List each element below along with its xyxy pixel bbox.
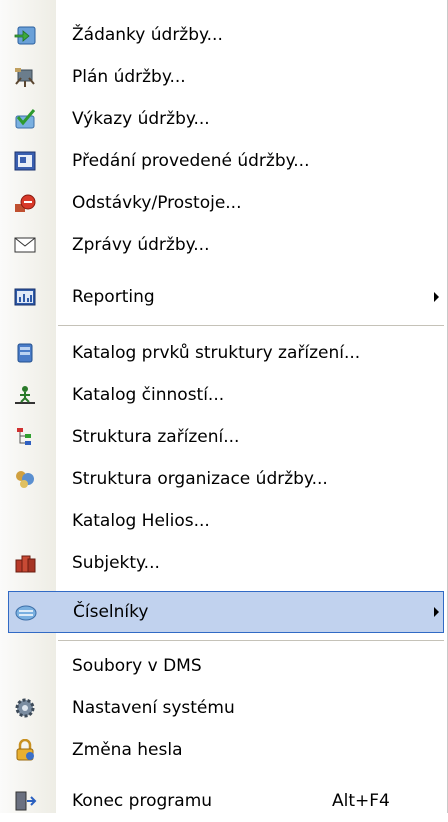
menu-item-ciselniky[interactable]: Číselníky (8, 591, 444, 633)
submenu-arrow-icon (434, 607, 439, 617)
menu-item-konec-programu[interactable]: Konec programu Alt+F4 (0, 780, 447, 822)
menu-item-label: Nastavení systému (72, 698, 235, 718)
menu-item-subjekty[interactable]: Subjekty... (0, 542, 447, 584)
menu-item-soubory-v-dms[interactable]: Soubory v DMS (0, 645, 447, 687)
menu-item-katalog-helios[interactable]: Katalog Helios... (0, 500, 447, 542)
menu-item-katalog-cinnosti[interactable]: Katalog činností... (0, 374, 447, 416)
subjects-icon (12, 551, 38, 575)
menu-item-label: Katalog činností... (72, 385, 225, 405)
menu-item-vykazy-udrzby[interactable]: Výkazy údržby... (0, 98, 447, 140)
report-check-icon (12, 107, 38, 131)
codebook-icon (13, 600, 39, 624)
plan-icon (12, 65, 38, 89)
envelope-icon (12, 233, 38, 257)
downtime-icon (12, 191, 38, 215)
menu-item-nastaveni-systemu[interactable]: Nastavení systému (0, 687, 447, 729)
menu-item-label: Soubory v DMS (72, 656, 202, 676)
menu-item-plan-udrzby[interactable]: Plán údržby... (0, 56, 447, 98)
menu-item-zadanky-udrzby[interactable]: Žádanky údržby... (0, 14, 447, 56)
submenu-arrow-icon (434, 292, 439, 302)
lock-icon (12, 738, 38, 762)
menu-item-label: Reporting (72, 287, 155, 307)
menu-item-shortcut: Alt+F4 (332, 791, 390, 811)
activity-icon (12, 383, 38, 407)
menu-item-label: Plán údržby... (72, 67, 186, 87)
menu-item-odstavky-prostoje[interactable]: Odstávky/Prostoje... (0, 182, 447, 224)
menu-item-struktura-organizace[interactable]: Struktura organizace údržby... (0, 458, 447, 500)
menu-item-label: Struktura organizace údržby... (72, 469, 328, 489)
menu-item-struktura-zarizeni[interactable]: Struktura zařízení... (0, 416, 447, 458)
organization-icon (12, 467, 38, 491)
menu-item-katalog-prvku[interactable]: Katalog prvků struktury zařízení... (0, 332, 447, 374)
menu-separator (58, 325, 444, 326)
menu-item-label: Předání provedené údržby... (72, 151, 310, 171)
request-icon (12, 23, 38, 47)
menu-item-label: Žádanky údržby... (72, 25, 223, 45)
menu-item-label: Konec programu (72, 791, 213, 811)
menu-item-label: Katalog Helios... (72, 511, 210, 531)
catalog-icon (12, 341, 38, 365)
menu-separator (58, 640, 444, 641)
gear-icon (12, 696, 38, 720)
tree-icon (12, 425, 38, 449)
menu-item-label: Výkazy údržby... (72, 109, 210, 129)
menu-item-label: Struktura zařízení... (72, 427, 240, 447)
menu-item-zpravy-udrzby[interactable]: Zprávy údržby... (0, 224, 447, 266)
chart-icon (12, 285, 38, 309)
menu-item-predani-provedene-udrzby[interactable]: Předání provedené údržby... (0, 140, 447, 182)
menu-item-zmena-hesla[interactable]: Změna hesla (0, 729, 447, 771)
menu-item-label: Subjekty... (72, 553, 160, 573)
context-menu: Žádanky údržby... Plán údržby... Výkazy … (0, 0, 448, 813)
menu-item-reporting[interactable]: Reporting (0, 276, 447, 318)
menu-item-label: Katalog prvků struktury zařízení... (72, 343, 361, 363)
menu-item-label: Číselníky (73, 602, 149, 622)
handover-icon (12, 149, 38, 173)
menu-item-label: Změna hesla (72, 740, 183, 760)
menu-item-label: Zprávy údržby... (72, 235, 210, 255)
menu-item-label: Odstávky/Prostoje... (72, 193, 242, 213)
exit-icon (12, 789, 38, 813)
